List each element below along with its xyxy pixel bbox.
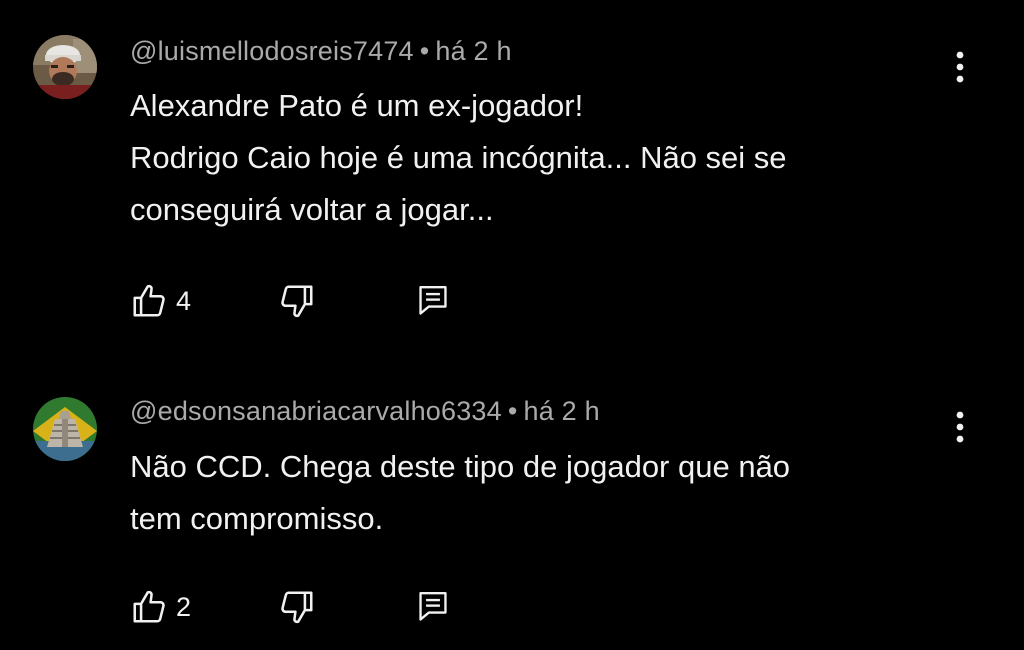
thumbs-up-icon	[133, 590, 165, 623]
reply-button[interactable]	[416, 281, 450, 321]
avatar[interactable]	[33, 397, 97, 461]
meta-separator: •	[419, 36, 430, 66]
reply-comment-icon	[419, 591, 447, 621]
comment-line: conseguirá voltar a jogar...	[130, 192, 494, 227]
like-button[interactable]: 4	[130, 281, 191, 321]
more-options-button[interactable]	[948, 47, 972, 87]
author-name[interactable]: @edsonsanabriacarvalho6334	[130, 396, 502, 426]
thumbs-up-icon	[133, 284, 165, 317]
author-name[interactable]: @luismellodosreis7474	[130, 36, 414, 66]
meta-separator: •	[507, 396, 518, 426]
comment-text: Alexandre Pato é um ex-jogador! Rodrigo …	[130, 80, 930, 236]
comment-text: Não CCD. Chega deste tipo de jogador que…	[130, 441, 930, 545]
pyramid-avatar	[33, 397, 97, 461]
more-options-button[interactable]	[948, 407, 972, 447]
comment-time: há 2 h	[523, 396, 600, 426]
thumbs-down-icon	[281, 591, 313, 624]
more-vert-icon	[956, 411, 964, 443]
comment-actions: 4	[130, 281, 530, 321]
comment-line: Rodrigo Caio hoje é uma incógnita... Não…	[130, 140, 787, 175]
like-count: 4	[176, 285, 192, 316]
avatar[interactable]	[33, 35, 97, 99]
dislike-button[interactable]	[278, 587, 316, 627]
reply-comment-icon	[419, 285, 447, 315]
like-count: 2	[176, 591, 192, 622]
thumbs-down-icon	[281, 285, 313, 318]
comment-time: há 2 h	[435, 36, 512, 66]
more-vert-icon	[956, 51, 964, 83]
dislike-button[interactable]	[278, 281, 316, 321]
like-button[interactable]: 2	[130, 587, 191, 627]
comment-meta: @edsonsanabriacarvalho6334 • há 2 h	[130, 396, 600, 427]
comment-line: tem compromisso.	[130, 501, 384, 536]
comment-meta: @luismellodosreis7474 • há 2 h	[130, 36, 512, 67]
comment-line: Alexandre Pato é um ex-jogador!	[130, 88, 584, 123]
reply-button[interactable]	[416, 587, 450, 627]
comment-actions: 2	[130, 587, 530, 627]
person-photo-avatar	[33, 35, 97, 99]
comment-line: Não CCD. Chega deste tipo de jogador que…	[130, 449, 791, 484]
